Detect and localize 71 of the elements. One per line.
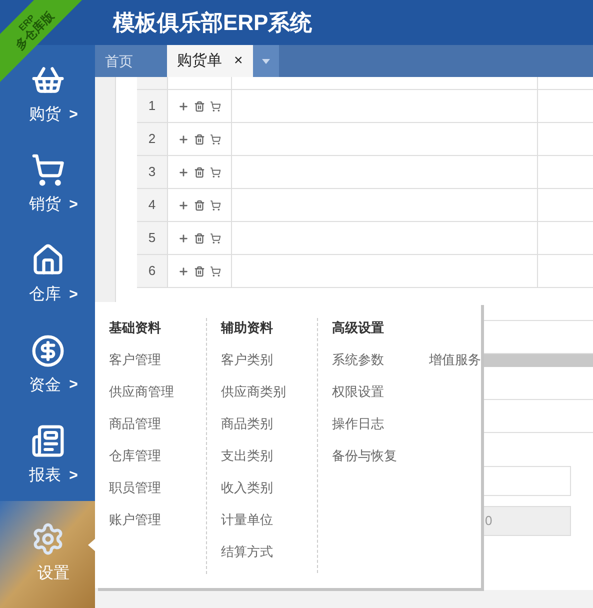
cart-icon[interactable] — [210, 200, 221, 210]
add-icon[interactable] — [178, 266, 189, 276]
sidebar-label: 销货 — [29, 195, 62, 216]
sidebar-item[interactable]: 仓库 > — [0, 230, 95, 321]
menu-item[interactable]: 客户管理 — [109, 350, 174, 382]
cart-icon[interactable] — [210, 232, 221, 244]
chevron: > — [69, 466, 78, 486]
menu-heading: 高级设置 — [332, 319, 385, 337]
menu-item[interactable]: 结算方式 — [221, 542, 286, 574]
row-number: 1 — [137, 90, 167, 122]
caret-icon — [262, 58, 270, 64]
tab[interactable]: 购货单 × — [167, 45, 253, 77]
dollar-icon — [30, 334, 64, 368]
sidebar-item[interactable]: 资金 > — [0, 320, 95, 411]
trash-icon[interactable] — [194, 200, 205, 210]
row-number: 4 — [137, 189, 167, 221]
cart-icon[interactable] — [210, 166, 221, 178]
close-button[interactable]: × — [234, 50, 243, 72]
cart-icon — [30, 153, 64, 188]
chevron: > — [69, 375, 78, 396]
row-number: 5 — [137, 222, 167, 254]
sidebar-label: 资金 — [29, 376, 62, 396]
menu-item[interactable]: 客户类别 — [221, 350, 286, 382]
menu-heading: 基础资料 — [109, 319, 162, 337]
trash-icon[interactable] — [194, 232, 205, 244]
sidebar-item[interactable]: 销货 > — [0, 140, 95, 230]
sidebar-label: 购货 — [29, 105, 62, 126]
trash-icon[interactable] — [194, 266, 205, 276]
add-icon[interactable] — [178, 232, 189, 244]
add-icon[interactable] — [178, 134, 189, 144]
newspaper-icon — [30, 424, 64, 458]
menu-item[interactable]: 操作日志 — [332, 414, 397, 446]
menu-item[interactable]: 增值服务 — [429, 350, 481, 382]
trash-icon[interactable] — [194, 134, 205, 144]
chevron: > — [69, 195, 78, 216]
trash-icon[interactable] — [194, 100, 205, 112]
row-number: 3 — [137, 156, 167, 188]
cart-icon[interactable] — [210, 266, 221, 276]
row-number: 6 — [137, 255, 167, 287]
menu-item[interactable]: 账户管理 — [109, 510, 174, 542]
add-icon[interactable] — [178, 166, 189, 178]
cart-icon[interactable] — [210, 134, 221, 144]
add-icon[interactable] — [178, 200, 189, 210]
menu-item[interactable]: 支出类别 — [221, 446, 286, 478]
app-title: 模板俱乐部ERP系统 — [113, 9, 312, 37]
sidebar-label: 设置 — [38, 564, 70, 584]
sidebar-label: 报表 — [29, 466, 62, 486]
menu-item[interactable]: 商品类别 — [221, 414, 286, 446]
menu-item[interactable]: 仓库管理 — [109, 446, 174, 478]
menu-item[interactable]: 商品管理 — [109, 414, 174, 446]
menu-item[interactable]: 系统参数 — [332, 350, 397, 382]
add-icon[interactable] — [178, 100, 189, 112]
menu-item[interactable]: 收入类别 — [221, 478, 286, 510]
menu-item[interactable]: 供应商类别 — [221, 382, 286, 414]
tab-dropdown-button[interactable] — [252, 45, 279, 77]
cart-icon[interactable] — [210, 100, 221, 112]
chevron: > — [69, 285, 78, 306]
menu-item[interactable]: 供应商管理 — [109, 382, 174, 414]
house-icon — [30, 243, 64, 278]
row-number: 2 — [137, 123, 167, 155]
menu-heading: 辅助资料 — [221, 319, 274, 337]
sidebar-item[interactable]: 报表 > — [0, 410, 95, 501]
menu-item[interactable]: 职员管理 — [109, 478, 174, 510]
menu-item[interactable]: 备份与恢复 — [332, 446, 397, 478]
trash-icon[interactable] — [194, 166, 205, 178]
tab[interactable]: 首页 — [95, 45, 167, 77]
sidebar-label: 仓库 — [29, 284, 62, 306]
sidebar-item[interactable]: 购货 > — [0, 50, 95, 140]
chevron: > — [69, 104, 78, 125]
menu-item[interactable]: 计量单位 — [221, 510, 286, 542]
menu-item[interactable]: 权限设置 — [332, 382, 397, 414]
